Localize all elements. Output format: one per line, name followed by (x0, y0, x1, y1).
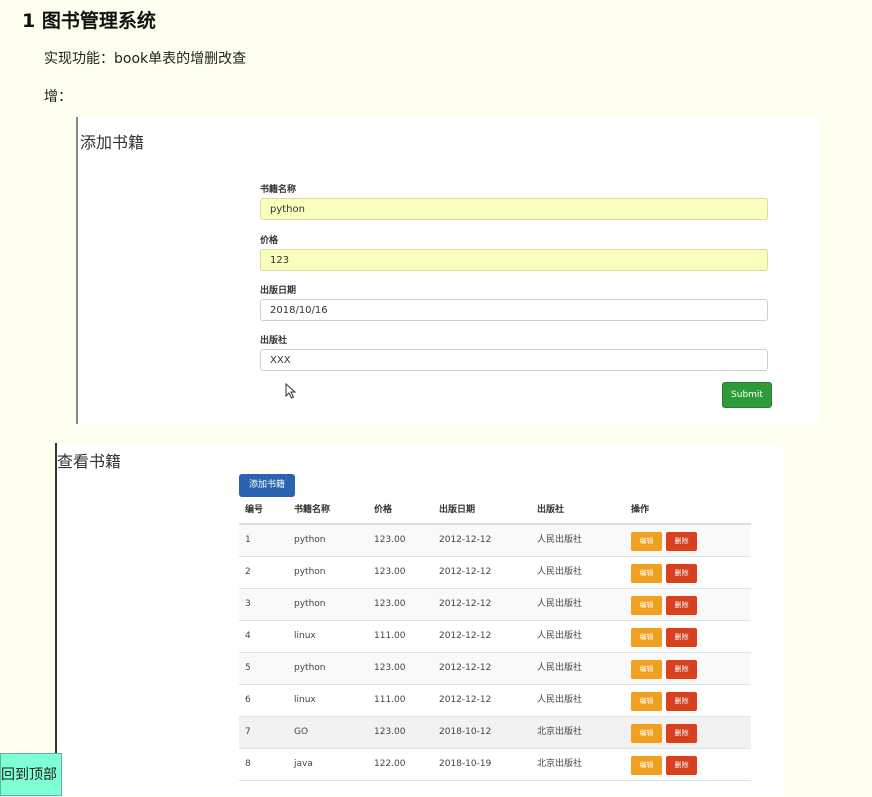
book-name-label: 书籍名称 (260, 185, 297, 195)
cell-name: linux (294, 695, 316, 705)
cell-publisher: 人民出版社 (537, 535, 583, 545)
table-header: 编号 书籍名称 价格 出版日期 出版社 操作 (239, 501, 751, 525)
delete-button[interactable]: 删除 (666, 724, 697, 743)
cell-id: 3 (245, 599, 251, 609)
cell-publisher: 北京出版社 (537, 727, 583, 737)
cell-date: 2012-12-12 (439, 663, 492, 673)
edit-button[interactable]: 编辑 (631, 564, 662, 583)
table-row: 6 linux 111.00 2012-12-12 人民出版社 编辑 删除 (239, 685, 751, 717)
cell-price: 122.00 (374, 759, 406, 769)
cell-price: 123.00 (374, 727, 406, 737)
cell-id: 2 (245, 567, 251, 577)
publisher-input[interactable]: XXX (260, 349, 768, 371)
add-book-screenshot: 添加书籍 书籍名称 python 价格 123 出版日期 2018/10/16 … (76, 117, 819, 424)
cell-price: 111.00 (374, 695, 406, 705)
form-title: 添加书籍 (80, 133, 145, 152)
table-row: 7 GO 123.00 2018-10-12 北京出版社 编辑 删除 (239, 717, 751, 749)
cell-date: 2012-12-12 (439, 535, 492, 545)
delete-button[interactable]: 删除 (666, 660, 697, 679)
cell-publisher: 人民出版社 (537, 567, 583, 577)
delete-button[interactable]: 删除 (666, 692, 697, 711)
intro-text: 实现功能：book单表的增删改查 (44, 51, 247, 67)
submit-button[interactable]: Submit (722, 382, 772, 408)
delete-button[interactable]: 删除 (666, 628, 697, 647)
column-header-actions: 操作 (631, 505, 650, 515)
column-header-publisher: 出版社 (537, 505, 565, 515)
cell-name: python (294, 663, 326, 673)
delete-button[interactable]: 删除 (666, 756, 697, 775)
table-row: 3 python 123.00 2012-12-12 人民出版社 编辑 删除 (239, 589, 751, 621)
cell-publisher: 人民出版社 (537, 695, 583, 705)
delete-button[interactable]: 删除 (666, 596, 697, 615)
cell-id: 1 (245, 535, 251, 545)
cell-name: linux (294, 631, 316, 641)
cell-publisher: 人民出版社 (537, 631, 583, 641)
edit-button[interactable]: 编辑 (631, 724, 662, 743)
cell-date: 2018-10-12 (439, 727, 492, 737)
cell-publisher: 人民出版社 (537, 599, 583, 609)
publish-date-label: 出版日期 (260, 286, 297, 296)
edit-button[interactable]: 编辑 (631, 628, 662, 647)
back-to-top-button[interactable]: 回到顶部 (0, 753, 62, 796)
cell-date: 2012-12-12 (439, 631, 492, 641)
cell-id: 8 (245, 759, 251, 769)
delete-button[interactable]: 删除 (666, 564, 697, 583)
cell-price: 123.00 (374, 567, 406, 577)
publisher-label: 出版社 (260, 336, 288, 346)
edit-button[interactable]: 编辑 (631, 660, 662, 679)
cell-date: 2012-12-12 (439, 567, 492, 577)
page-heading: 1 图书管理系统 (22, 10, 156, 32)
add-section-label: 增： (44, 89, 72, 105)
cell-name: java (294, 759, 313, 769)
list-title: 查看书籍 (57, 452, 122, 471)
cell-price: 123.00 (374, 663, 406, 673)
cell-date: 2012-12-12 (439, 695, 492, 705)
cell-name: python (294, 535, 326, 545)
cell-name: GO (294, 727, 309, 737)
price-input[interactable]: 123 (260, 249, 768, 271)
mouse-pointer-icon (285, 383, 297, 399)
cell-date: 2018-10-19 (439, 759, 492, 769)
cell-id: 5 (245, 663, 251, 673)
column-header-name: 书籍名称 (294, 505, 331, 515)
price-label: 价格 (260, 236, 279, 246)
cell-price: 123.00 (374, 599, 406, 609)
cell-id: 6 (245, 695, 251, 705)
edit-button[interactable]: 编辑 (631, 692, 662, 711)
books-table: 编号 书籍名称 价格 出版日期 出版社 操作 1 python 123.00 2012… (239, 501, 751, 781)
cell-date: 2012-12-12 (439, 599, 492, 609)
column-header-date: 出版日期 (439, 505, 476, 515)
book-name-input[interactable]: python (260, 198, 768, 220)
cell-name: python (294, 599, 326, 609)
publish-date-input[interactable]: 2018/10/16 (260, 299, 768, 321)
book-list-screenshot: 查看书籍 添加书籍 编号 书籍名称 价格 出版日期 出版社 操作 1 python… (55, 443, 783, 796)
cell-publisher: 人民出版社 (537, 663, 583, 673)
cell-price: 123.00 (374, 535, 406, 545)
edit-button[interactable]: 编辑 (631, 756, 662, 775)
cell-price: 111.00 (374, 631, 406, 641)
table-row: 5 python 123.00 2012-12-12 人民出版社 编辑 删除 (239, 653, 751, 685)
table-row: 1 python 123.00 2012-12-12 人民出版社 编辑 删除 (239, 525, 751, 557)
column-header-id: 编号 (245, 505, 264, 515)
table-row: 2 python 123.00 2012-12-12 人民出版社 编辑 删除 (239, 557, 751, 589)
cell-publisher: 北京出版社 (537, 759, 583, 769)
edit-button[interactable]: 编辑 (631, 596, 662, 615)
cell-id: 7 (245, 727, 251, 737)
edit-button[interactable]: 编辑 (631, 532, 662, 551)
table-row: 4 linux 111.00 2012-12-12 人民出版社 编辑 删除 (239, 621, 751, 653)
cell-name: python (294, 567, 326, 577)
column-header-price: 价格 (374, 505, 393, 515)
cell-id: 4 (245, 631, 251, 641)
delete-button[interactable]: 删除 (666, 532, 697, 551)
table-row: 8 java 122.00 2018-10-19 北京出版社 编辑 删除 (239, 749, 751, 781)
add-book-button[interactable]: 添加书籍 (239, 474, 295, 497)
